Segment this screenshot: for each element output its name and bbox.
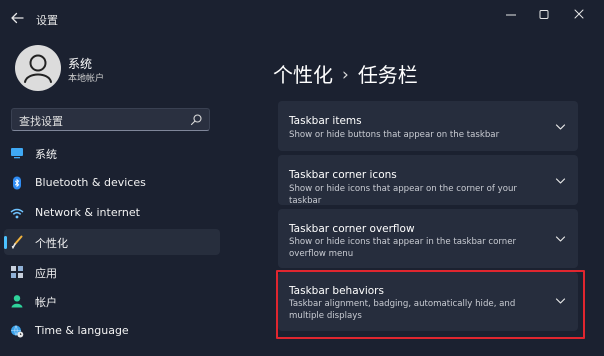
person-icon xyxy=(11,295,23,308)
avatar[interactable] xyxy=(15,45,61,91)
close-icon[interactable] xyxy=(568,6,590,24)
sidebar-item-label: 帐户 xyxy=(35,296,57,309)
window-title: 设置 xyxy=(36,14,58,27)
breadcrumb: 个性化 › 任务栏 xyxy=(273,59,418,88)
breadcrumb-parent[interactable]: 个性化 xyxy=(273,63,333,87)
sidebar-item-label: 个性化 xyxy=(35,237,68,250)
sidebar-item-accounts[interactable]: 帐户 xyxy=(4,288,220,314)
chevron-down-icon[interactable] xyxy=(555,177,566,185)
chevron-down-icon[interactable] xyxy=(555,235,566,243)
user-name: 系统 xyxy=(68,57,93,71)
card-description: Show or hide icons that appear in the ta… xyxy=(289,237,517,259)
card-description: Show or hide buttons that appear on the … xyxy=(289,130,500,140)
apps-icon xyxy=(11,266,23,278)
account-type: 本地帐户 xyxy=(68,74,105,84)
monitor-icon xyxy=(11,148,23,159)
sidebar-item-personalization[interactable]: 个性化 xyxy=(4,229,220,255)
sidebar-item-label: Bluetooth & devices xyxy=(35,176,146,189)
globe-clock-icon xyxy=(11,325,24,338)
card-title: Taskbar corner overflow xyxy=(289,223,415,235)
sidebar-item-label: Time & language xyxy=(35,324,129,337)
sidebar-item-apps[interactable]: 应用 xyxy=(4,259,220,285)
card-title: Taskbar items xyxy=(289,115,362,127)
sidebar-item-system[interactable]: 系统 xyxy=(4,140,220,166)
chevron-down-icon[interactable] xyxy=(555,123,566,131)
page-title: 任务栏 xyxy=(357,63,418,87)
sidebar-item-network[interactable]: Network & internet xyxy=(4,200,220,226)
bluetooth-icon xyxy=(13,176,21,190)
search-icon[interactable] xyxy=(190,113,203,126)
person-avatar-icon xyxy=(24,54,52,83)
sidebar-item-label: Network & internet xyxy=(35,206,140,219)
card-description: Show or hide icons that appear on the co… xyxy=(289,184,517,206)
title-bar: 设置 xyxy=(0,0,604,36)
active-indicator xyxy=(4,236,7,249)
sidebar-item-label: 应用 xyxy=(35,267,57,280)
taskbar-corner-icons-card[interactable]: Taskbar corner icons Show or hide icons … xyxy=(278,155,578,206)
sidebar-item-bluetooth[interactable]: Bluetooth & devices xyxy=(4,170,220,196)
card-title: Taskbar corner icons xyxy=(289,169,397,181)
search-input[interactable]: 查找设置 xyxy=(11,108,210,131)
sidebar-item-time-language[interactable]: Time & language xyxy=(4,318,220,344)
taskbar-items-card[interactable]: Taskbar items Show or hide buttons that … xyxy=(278,101,578,151)
wifi-icon xyxy=(10,208,24,219)
breadcrumb-separator: › xyxy=(342,65,349,85)
maximize-icon[interactable] xyxy=(533,6,555,24)
search-placeholder: 查找设置 xyxy=(19,115,63,128)
minimize-icon[interactable] xyxy=(500,6,522,24)
brush-icon xyxy=(11,235,23,249)
taskbar-corner-overflow-card[interactable]: Taskbar corner overflow Show or hide ico… xyxy=(278,209,578,268)
highlight-box xyxy=(276,270,585,339)
sidebar-item-label: 系统 xyxy=(35,148,57,161)
back-arrow-icon[interactable] xyxy=(8,10,26,26)
